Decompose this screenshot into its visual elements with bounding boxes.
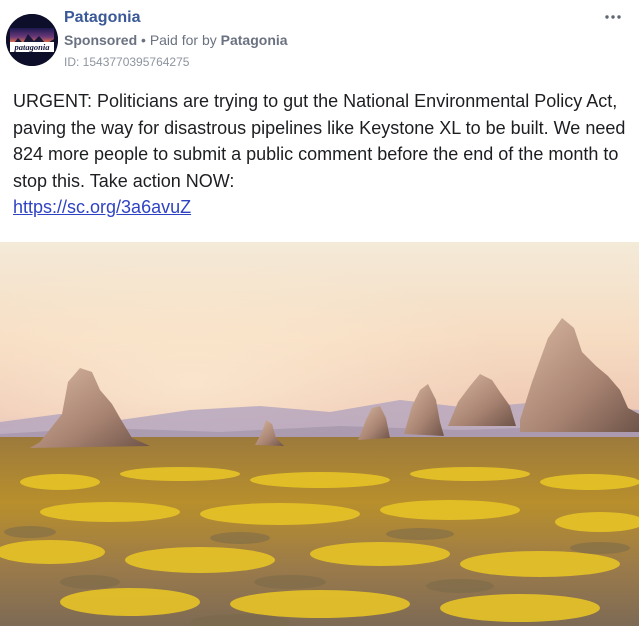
more-options-button[interactable] [603, 10, 623, 24]
avatar[interactable]: patagonia [6, 14, 58, 66]
paid-for-by-name: Patagonia [220, 32, 288, 48]
post-link[interactable]: https://sc.org/3a6avuZ [13, 197, 191, 217]
post-body-text: URGENT: Politicians are trying to gut th… [13, 91, 626, 191]
ad-id: ID: 1543770395764275 [64, 55, 190, 69]
ellipsis-icon [605, 15, 621, 19]
page-name[interactable]: Patagonia [64, 9, 140, 27]
post-header: patagonia Patagonia Sponsored • Paid for… [0, 0, 639, 82]
post-image[interactable] [0, 242, 639, 626]
svg-text:patagonia: patagonia [14, 42, 51, 52]
patagonia-logo: patagonia [6, 14, 58, 66]
post-message: URGENT: Politicians are trying to gut th… [13, 88, 633, 221]
sponsored-label[interactable]: Sponsored [64, 32, 137, 48]
paid-for-label: Paid for by [149, 32, 217, 48]
separator-dot: • [141, 32, 146, 48]
sponsored-line: Sponsored • Paid for by Patagonia [64, 32, 288, 48]
